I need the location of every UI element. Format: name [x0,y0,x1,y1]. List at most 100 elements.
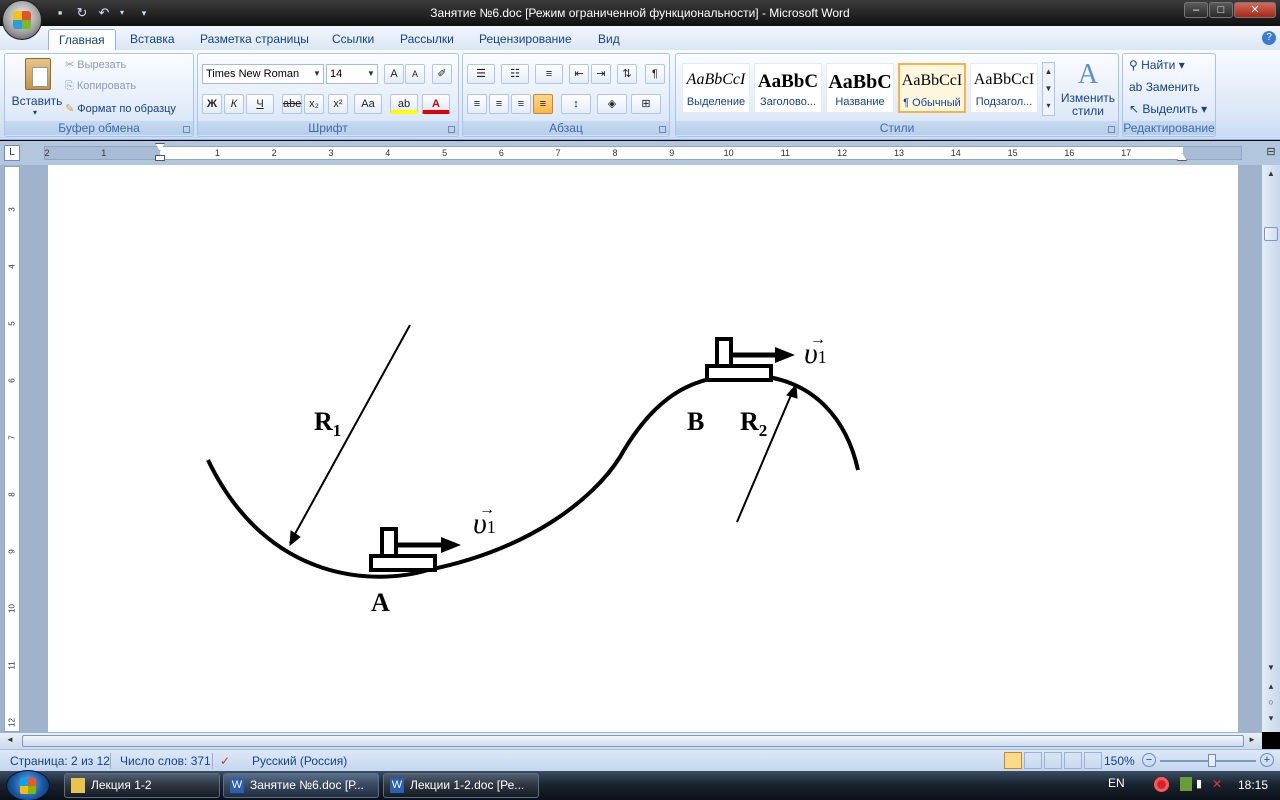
volume-icon[interactable]: ✕ [1212,777,1224,791]
tab-home[interactable]: Главная [48,29,116,50]
select-button[interactable]: ↖ Выделить ▾ [1129,102,1207,116]
ruler-number: 14 [950,148,961,158]
horizontal-ruler[interactable]: 2 1 1 2 3 4 5 6 7 8 9 10 11 12 13 14 15 16 17 [44,143,1242,161]
vertical-scrollbar[interactable]: ▲ ▼ ▴ ○ ▾ [1262,165,1280,732]
style-emphasis[interactable]: AaBbCcI Выделение [682,63,750,113]
paste-button[interactable]: Вставить ▾ [11,56,63,118]
style-subtitle[interactable]: AaBbCcI Подзагол... [970,63,1038,113]
find-button[interactable]: ⚲ Найти ▾ [1129,58,1185,72]
subscript-button[interactable]: x₂ [304,94,324,114]
chevron-down-icon: ▼ [313,69,321,78]
line-spacing-icon[interactable]: ↕ [561,94,591,114]
clipboard-dialog-launcher[interactable] [183,126,190,133]
increase-indent-icon[interactable]: ⇥ [591,64,611,84]
superscript-button[interactable]: x² [328,94,348,114]
previous-page-icon[interactable]: ▴ [1265,681,1277,693]
help-icon[interactable]: ? [1262,31,1276,45]
scroll-up-icon[interactable]: ▲ [1265,169,1277,181]
style-title[interactable]: AaBbC Название [826,63,894,113]
style-normal[interactable]: AaBbCcI ¶ Обычный [898,63,966,113]
clear-format-icon[interactable]: ✐ [432,64,452,84]
sort-icon[interactable]: ⇅ [617,64,637,84]
copy-button[interactable]: ⎘ Копировать [65,80,136,93]
font-size-combo[interactable]: 14 ▼ [326,64,378,84]
highlight-icon[interactable]: ab [390,94,418,114]
change-styles-button[interactable]: A Изменить стили [1060,58,1116,120]
page-count[interactable]: Страница: 2 из 12 [10,753,110,769]
opera-icon[interactable] [1154,777,1169,792]
zoom-out-icon[interactable]: − [1142,753,1156,767]
left-indent-marker[interactable] [155,155,165,161]
tab-references[interactable]: Ссылки [322,29,384,50]
replace-button[interactable]: ab Заменить [1129,80,1200,94]
hscroll-thumb[interactable] [22,735,1244,747]
scroll-left-icon[interactable]: ◄ [6,735,14,744]
proofing-icon[interactable]: ✓ [220,753,230,769]
align-right-icon[interactable]: ≡ [511,94,531,114]
document-page[interactable]: R1 R2 A B → υ1 → υ1 [48,165,1238,732]
clock[interactable]: 18:15 [1238,778,1268,792]
browse-object-icon[interactable]: ○ [1265,697,1277,709]
tab-view[interactable]: Вид [588,29,630,50]
tray-device-icon[interactable] [1180,777,1192,791]
scroll-thumb[interactable] [1264,227,1278,241]
language-indicator[interactable]: EN [1108,776,1125,790]
shading-icon[interactable]: ◈ [597,94,627,114]
multilevel-list-icon[interactable]: ≡ [535,64,563,84]
italic-button[interactable]: К [224,94,244,114]
bold-button[interactable]: Ж [202,94,222,114]
maximize-button[interactable]: □ [1209,2,1233,18]
web-layout-view-icon[interactable] [1044,752,1062,769]
style-heading[interactable]: AaBbC Заголово... [754,63,822,113]
strikethrough-button[interactable]: abe [282,94,302,114]
view-ruler-icon[interactable]: ⊟ [1264,145,1278,161]
zoom-in-icon[interactable]: + [1260,753,1274,767]
font-name-combo[interactable]: Times New Roman ▼ [202,64,324,84]
bullets-icon[interactable]: ☰ [467,64,495,84]
outline-view-icon[interactable] [1064,752,1082,769]
styles-dialog-launcher[interactable] [1108,126,1115,133]
language[interactable]: Русский (Россия) [252,753,347,769]
tab-page-layout[interactable]: Разметка страницы [190,29,319,50]
word-count[interactable]: Число слов: 371 [120,753,211,769]
scroll-right-icon[interactable]: ► [1248,735,1256,744]
scroll-down-icon[interactable]: ▼ [1265,663,1277,675]
align-left-icon[interactable]: ≡ [467,94,487,114]
paragraph-dialog-launcher[interactable] [659,126,666,133]
minimize-button[interactable]: – [1184,2,1208,18]
format-painter-button[interactable]: ✎ Формат по образцу [65,102,176,115]
tab-insert[interactable]: Вставка [120,29,185,50]
styles-scroll[interactable]: ▲ ▼ ▾ [1042,62,1055,116]
font-color-icon[interactable]: A [422,94,450,114]
borders-icon[interactable]: ⊞ [631,94,661,114]
tab-selector[interactable]: L [4,145,20,161]
underline-button[interactable]: Ч [246,94,274,114]
show-marks-button[interactable]: ¶ [645,64,665,84]
change-case-button[interactable]: Aa [354,94,382,114]
cut-button[interactable]: ✂ Вырезать [65,58,126,71]
print-layout-view-icon[interactable] [1004,752,1022,769]
tab-review[interactable]: Рецензирование [469,29,582,50]
justify-icon[interactable]: ≡ [533,94,553,114]
font-dialog-launcher[interactable] [448,126,455,133]
taskbar-item[interactable]: W Занятие №6.doc [Р... [223,773,379,798]
zoom-slider-thumb[interactable] [1208,754,1216,767]
shrink-font-button[interactable]: A [405,64,425,84]
decrease-indent-icon[interactable]: ⇤ [569,64,589,84]
taskbar-item[interactable]: W Лекции 1-2.doc [Ре... [383,773,539,798]
horizontal-scrollbar[interactable]: ◄ ► [0,732,1262,749]
next-page-icon[interactable]: ▾ [1265,713,1277,725]
office-button[interactable] [2,0,42,40]
numbering-icon[interactable]: ☷ [501,64,529,84]
start-button[interactable] [6,770,50,800]
draft-view-icon[interactable] [1084,752,1102,769]
align-center-icon[interactable]: ≡ [489,94,509,114]
tab-mailings[interactable]: Рассылки [390,29,464,50]
vertical-ruler[interactable]: 3 4 5 6 7 8 9 10 11 12 [4,166,20,732]
taskbar-item[interactable]: Лекция 1-2 [64,773,220,798]
zoom-level[interactable]: 150% [1104,753,1135,769]
full-screen-view-icon[interactable] [1024,752,1042,769]
network-icon[interactable]: ▮ [1196,777,1208,791]
close-button[interactable]: ✕ [1234,2,1276,18]
grow-font-button[interactable]: A [384,64,404,84]
